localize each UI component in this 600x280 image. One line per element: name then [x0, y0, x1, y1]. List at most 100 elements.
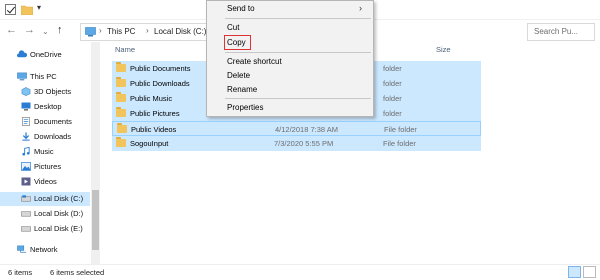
menu-item-label: Delete	[227, 71, 251, 80]
menu-item-rename[interactable]: Rename	[207, 83, 373, 97]
sidebar-item-videos[interactable]: Videos	[0, 175, 90, 189]
sidebar-item-label: Local Disk (C:)	[34, 194, 84, 203]
menu-divider	[225, 98, 371, 99]
desktop-icon	[21, 102, 31, 111]
file-type: folder	[383, 64, 402, 73]
table-row[interactable]: Public Videos 4/12/2018 7:38 AM File fol…	[112, 121, 481, 136]
sidebar-item-label: Downloads	[34, 132, 72, 141]
sidebar-item-music[interactable]: Music	[0, 145, 90, 159]
folder-icon	[116, 137, 126, 147]
download-icon	[22, 132, 30, 141]
folder-icon	[117, 123, 127, 133]
drive-icon	[21, 195, 31, 202]
menu-item-create-shortcut[interactable]: Create shortcut	[207, 55, 373, 69]
search-input[interactable]: Search Pu...	[534, 27, 578, 36]
customize-toolbar-icon[interactable]: ▾	[37, 3, 41, 12]
sidebar-item-label: This PC	[30, 72, 57, 81]
menu-divider	[225, 18, 371, 19]
sidebar-item-label: Videos	[34, 177, 57, 186]
file-type: File folder	[384, 125, 417, 134]
this-pc-icon	[85, 27, 96, 37]
file-type: folder	[383, 109, 402, 118]
up-arrow-icon[interactable]: ↑	[57, 24, 63, 36]
menu-item-label: Properties	[227, 103, 264, 112]
chevron-right-icon[interactable]: ›	[99, 26, 102, 35]
file-type: folder	[383, 79, 402, 88]
folder-icon	[116, 107, 126, 117]
file-name: Public Downloads	[130, 79, 190, 88]
drive-icon	[21, 226, 31, 232]
sidebar-item-pictures[interactable]: Pictures	[0, 160, 90, 174]
scrollbar-thumb[interactable]	[92, 190, 99, 250]
sidebar-item-local-disk-c[interactable]: Local Disk (C:)	[0, 192, 90, 206]
picture-icon	[21, 162, 31, 171]
music-icon	[22, 147, 30, 156]
sidebar-item-this-pc[interactable]: This PC	[0, 70, 90, 84]
sidebar-item-label: Local Disk (E:)	[34, 224, 83, 233]
folder-icon	[116, 92, 126, 102]
file-name: Public Documents	[130, 64, 191, 73]
sidebar-item-label: 3D Objects	[34, 87, 72, 96]
menu-item-properties[interactable]: Properties	[207, 101, 373, 115]
details-view-button[interactable]	[568, 266, 581, 278]
menu-item-cut[interactable]: Cut	[207, 21, 373, 35]
checkmark-icon[interactable]	[5, 4, 16, 15]
chevron-right-icon[interactable]: ›	[146, 26, 149, 35]
video-icon	[21, 177, 31, 186]
status-bar: 6 items 6 items selected	[0, 264, 600, 280]
menu-item-label: Rename	[227, 85, 258, 94]
file-name: SogouInput	[130, 139, 169, 148]
sidebar-item-documents[interactable]: Documents	[0, 115, 90, 129]
breadcrumb-local-disk-c[interactable]: Local Disk (C:)	[154, 27, 206, 36]
sidebar-item-label: Pictures	[34, 162, 62, 171]
menu-item-label: Cut	[227, 23, 240, 32]
sidebar-item-onedrive[interactable]: OneDrive	[0, 48, 90, 62]
sidebar-item-3d-objects[interactable]: 3D Objects	[0, 85, 90, 99]
file-name: Public Music	[130, 94, 173, 103]
sidebar-item-label: Local Disk (D:)	[34, 209, 84, 218]
sidebar-item-local-disk-e[interactable]: Local Disk (E:)	[0, 222, 90, 236]
computer-icon	[17, 72, 27, 81]
navigation-pane: OneDrive This PC 3D Objects Desktop Docu…	[0, 42, 100, 264]
sidebar-item-label: Documents	[34, 117, 72, 126]
file-explorer-window: ▾ ← → ⌄ ↑ › This PC › Local Disk (C:) › …	[0, 0, 600, 280]
menu-item-delete[interactable]: Delete	[207, 69, 373, 83]
sidebar-item-network[interactable]: Network	[0, 243, 90, 257]
sidebar-item-label: Music	[34, 147, 54, 156]
cloud-icon	[17, 50, 27, 58]
folder-icon[interactable]	[21, 5, 33, 15]
document-icon	[22, 117, 30, 126]
cube-icon	[21, 87, 31, 96]
menu-item-label: Copy	[227, 38, 246, 47]
menu-item-copy[interactable]: Copy	[207, 35, 373, 50]
menu-item-label: Send to	[227, 4, 255, 13]
folder-icon	[116, 62, 126, 72]
column-header-size[interactable]: Size	[436, 45, 451, 54]
sidebar-item-local-disk-d[interactable]: Local Disk (D:)	[0, 207, 90, 221]
forward-arrow-icon[interactable]: →	[24, 24, 35, 36]
drive-icon	[21, 211, 31, 217]
file-name: Public Pictures	[130, 109, 180, 118]
sidebar-item-downloads[interactable]: Downloads	[0, 130, 90, 144]
sidebar-item-desktop[interactable]: Desktop	[0, 100, 90, 114]
large-icons-view-button[interactable]	[583, 266, 596, 278]
sidebar-scrollbar[interactable]	[91, 42, 100, 264]
column-header-name[interactable]: Name	[115, 45, 135, 54]
file-type: folder	[383, 94, 402, 103]
item-count: 6 items	[8, 268, 33, 277]
context-menu: Send to › Cut Copy Create shortcut Delet…	[206, 0, 374, 117]
table-row[interactable]: SogouInput 7/3/2020 5:55 PM File folder	[112, 136, 481, 151]
menu-divider	[225, 52, 371, 53]
menu-item-send-to[interactable]: Send to ›	[207, 2, 373, 16]
recent-locations-icon[interactable]: ⌄	[42, 26, 49, 38]
breadcrumb-this-pc[interactable]: This PC	[107, 27, 135, 36]
sidebar-item-label: Network	[30, 245, 58, 254]
network-icon	[17, 245, 27, 253]
file-name: Public Videos	[131, 125, 177, 134]
file-date: 4/12/2018 7:38 AM	[275, 125, 338, 134]
search-box[interactable]: Search Pu...	[527, 23, 595, 41]
sidebar-item-label: Desktop	[34, 102, 62, 111]
folder-icon	[116, 77, 126, 87]
back-arrow-icon[interactable]: ←	[6, 24, 17, 36]
menu-item-label: Create shortcut	[227, 57, 282, 66]
